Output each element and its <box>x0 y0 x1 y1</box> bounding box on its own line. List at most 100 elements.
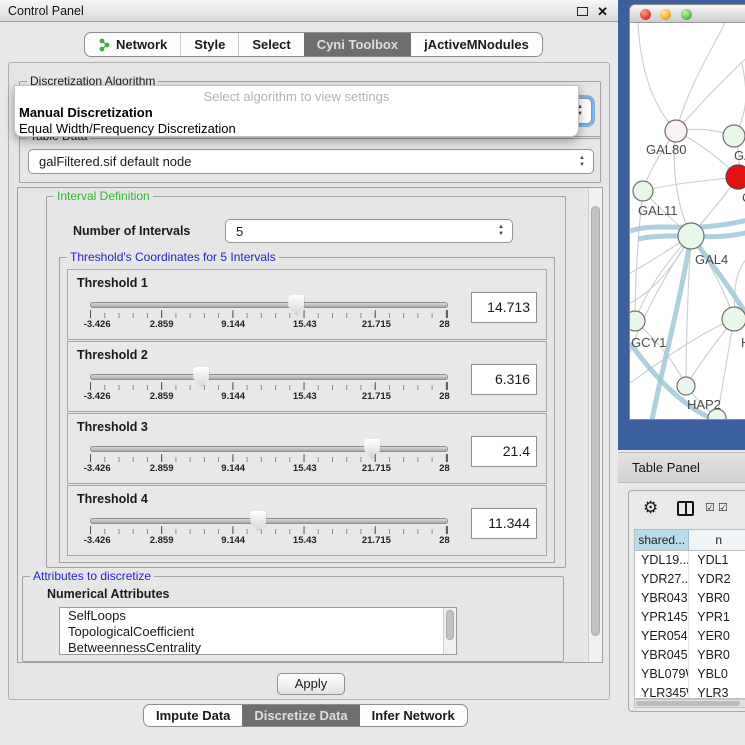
tab-network-label: Network <box>116 37 167 52</box>
node-top-right[interactable] <box>723 125 745 147</box>
node-hap2[interactable] <box>677 377 695 395</box>
control-panel-titlebar: Control Panel ✕ <box>0 0 618 22</box>
dropdown-option-manual-discretization[interactable]: Manual Discretization <box>19 105 153 120</box>
combo-arrows-icon: ▲▼ <box>498 220 504 242</box>
slider-track[interactable] <box>90 446 448 452</box>
tab-infer-network[interactable]: Infer Network <box>360 705 467 726</box>
settings-scrollbar[interactable] <box>588 188 602 662</box>
slider-track[interactable] <box>90 518 448 524</box>
threshold-2-value-field[interactable]: 6.316 <box>471 364 537 395</box>
window-controls: ✕ <box>577 0 608 22</box>
table-row[interactable]: YBL079WYBL0 <box>635 665 745 684</box>
attributes-list-scrollbar[interactable] <box>443 608 456 654</box>
network-canvas[interactable]: GAL80 GA C GAL11 GAL4 GCY1 H HAP2 <box>630 23 745 420</box>
split-columns-icon[interactable] <box>677 501 694 516</box>
table-row[interactable]: YDL19...YDL1 <box>635 551 745 570</box>
network-window: GAL80 GA C GAL11 GAL4 GCY1 H HAP2 <box>629 4 745 420</box>
dropdown-option-equal-width-frequency[interactable]: Equal Width/Frequency Discretization <box>19 121 236 136</box>
list-item[interactable]: TopologicalCoefficient <box>60 624 456 640</box>
list-item[interactable]: BetweennessCentrality <box>60 640 456 655</box>
node-label-hap2: HAP2 <box>687 397 721 412</box>
tab-cyni-toolbox[interactable]: Cyni Toolbox <box>304 33 411 56</box>
table-row[interactable]: YPR145WYPR1 <box>635 608 745 627</box>
slider-tick-labels: -3.4262.8599.14415.4321.71528 <box>90 391 448 403</box>
tab-network[interactable]: Network <box>85 33 180 56</box>
zoom-traffic-light-icon[interactable] <box>681 9 692 20</box>
scrollbar-thumb[interactable] <box>636 701 740 706</box>
network-window-titlebar[interactable] <box>630 5 745 23</box>
threshold-2-label: Threshold 2 <box>77 348 148 362</box>
table-row[interactable]: YBR043CYBR0 <box>635 589 745 608</box>
group-attributes-title: Attributes to discretize <box>30 569 154 583</box>
group-attributes-to-discretize: Attributes to discretize Numerical Attri… <box>22 576 564 662</box>
slider-ticks <box>90 310 448 318</box>
table-row[interactable]: YER054CYER0 <box>635 627 745 646</box>
close-traffic-light-icon[interactable] <box>640 9 651 20</box>
threshold-3-value-field[interactable]: 21.4 <box>471 436 537 467</box>
combo-arrows-icon: ▲▼ <box>579 150 585 173</box>
slider-track[interactable] <box>90 374 448 380</box>
tab-select[interactable]: Select <box>238 33 303 56</box>
threshold-1-label: Threshold 1 <box>77 276 148 290</box>
group-interval-definition: Interval Definition Number of Intervals … <box>46 196 566 568</box>
tab-style-label: Style <box>194 37 225 52</box>
threshold-3-slider[interactable]: -3.4262.8599.14415.4321.71528 <box>90 446 448 475</box>
threshold-1-panel: Threshold 1 -3.4262.8599.14415.4321.7152… <box>67 269 547 340</box>
node-gal80[interactable] <box>665 120 687 142</box>
tab-style[interactable]: Style <box>180 33 238 56</box>
slider-track[interactable] <box>90 302 448 308</box>
group-table-data: Table Data galFiltered.sif default node … <box>19 136 601 183</box>
node-gal11[interactable] <box>633 181 653 201</box>
node-gal4[interactable] <box>678 223 704 249</box>
node-right-low[interactable] <box>722 307 745 331</box>
node-red-selected[interactable] <box>726 165 745 189</box>
threshold-4-value-field[interactable]: 11.344 <box>471 508 537 539</box>
slider-ticks <box>90 526 448 534</box>
network-icon <box>98 38 111 52</box>
table-row[interactable]: YDR27...YDR2 <box>635 570 745 589</box>
scrollbar-thumb[interactable] <box>591 206 600 636</box>
apply-button[interactable]: Apply <box>277 673 345 695</box>
table-horizontal-scrollbar[interactable] <box>634 699 745 708</box>
number-of-intervals-combobox[interactable]: 5 ▲▼ <box>225 219 513 243</box>
checkbox-icon[interactable]: ☑ <box>718 503 728 514</box>
threshold-3-panel: Threshold 3 -3.4262.8599.14415.4321.7152… <box>67 413 547 484</box>
slider-tick-labels: -3.4262.8599.14415.4321.71528 <box>90 463 448 475</box>
node-gcy1[interactable] <box>630 311 645 331</box>
node-label-gal4: GAL4 <box>695 252 728 267</box>
minimize-traffic-light-icon[interactable] <box>660 9 671 20</box>
network-window-frame: GAL80 GA C GAL11 GAL4 GCY1 H HAP2 <box>618 0 745 450</box>
tab-jactivemnodules[interactable]: jActiveMNodules <box>411 33 542 56</box>
screen: Control Panel ✕ Network Style <box>0 0 745 745</box>
checkbox-icon[interactable]: ☑ <box>705 503 715 514</box>
node-label-gal80: GAL80 <box>646 142 686 157</box>
node-attribute-table: shared... n YDL19...YDL1 YDR27...YDR2 YB… <box>634 529 745 699</box>
float-window-icon[interactable] <box>577 7 588 16</box>
dropdown-placeholder-option[interactable]: Select algorithm to view settings <box>15 89 578 104</box>
list-item[interactable]: SelfLoops <box>60 608 456 624</box>
column-header-shared-name[interactable]: shared... <box>635 530 689 550</box>
threshold-2-slider[interactable]: -3.4262.8599.14415.4321.71528 <box>90 374 448 403</box>
slider-ticks <box>90 454 448 462</box>
scrollbar-thumb[interactable] <box>446 610 454 640</box>
number-of-intervals-label: Number of Intervals <box>73 224 190 238</box>
threshold-4-label: Threshold 4 <box>77 492 148 506</box>
table-data-combobox[interactable]: galFiltered.sif default node ▲▼ <box>28 149 594 174</box>
gear-icon[interactable]: ⚙ <box>643 499 658 516</box>
tab-impute-data[interactable]: Impute Data <box>144 705 242 726</box>
group-thresholds: Threshold's Coordinates for 5 Intervals … <box>59 257 555 563</box>
column-header-name[interactable]: n <box>689 530 745 550</box>
settings-scrollpane: Interval Definition Number of Intervals … <box>17 187 603 663</box>
panel-title: Control Panel <box>0 4 84 18</box>
threshold-1-value-field[interactable]: 14.713 <box>471 292 537 323</box>
threshold-1-slider[interactable]: -3.4262.8599.14415.4321.71528 <box>90 302 448 331</box>
threshold-3-label: Threshold 3 <box>77 420 148 434</box>
threshold-4-slider[interactable]: -3.4262.8599.14415.4321.71528 <box>90 518 448 547</box>
tab-cyni-toolbox-label: Cyni Toolbox <box>317 37 398 52</box>
close-icon[interactable]: ✕ <box>597 5 608 18</box>
table-row[interactable]: YBR045CYBR0 <box>635 646 745 665</box>
node-label-gal11: GAL11 <box>638 203 678 218</box>
tab-discretize-data[interactable]: Discretize Data <box>242 705 359 726</box>
table-row[interactable]: YLR345WYLR3 <box>635 684 745 699</box>
group-interval-definition-title: Interval Definition <box>54 189 153 203</box>
